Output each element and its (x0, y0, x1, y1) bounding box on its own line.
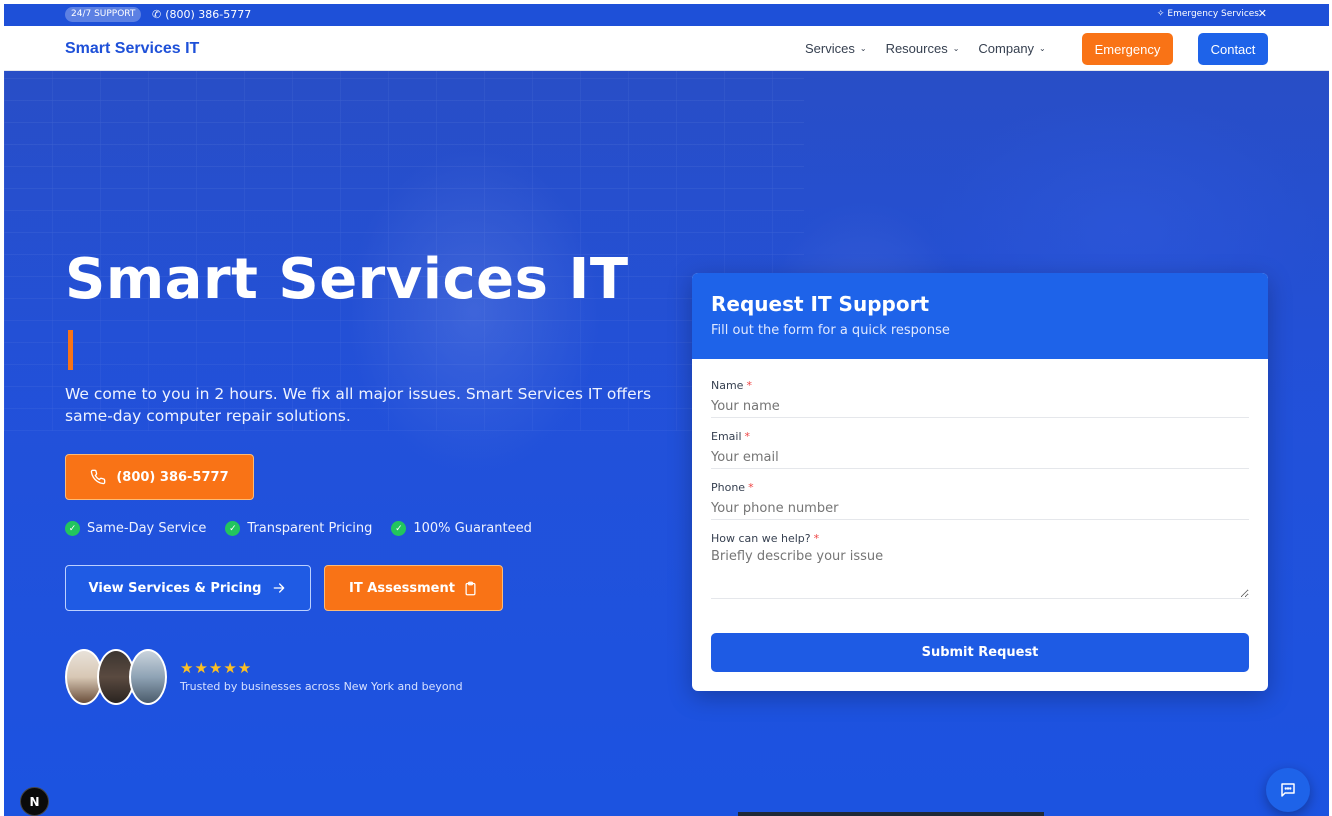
chat-widget-button[interactable] (1266, 768, 1310, 812)
check-icon: ✓ (225, 521, 241, 536)
name-field-group: Name * (711, 379, 1249, 418)
name-label: Name * (711, 379, 752, 392)
feature-item: ✓ Transparent Pricing (225, 521, 372, 536)
typing-cursor (68, 330, 73, 370)
call-phone-button[interactable]: (800) 386-5777 (65, 454, 254, 500)
phone-icon (91, 469, 106, 485)
issue-field-group: How can we help? * (711, 532, 1249, 599)
email-label: Email * (711, 430, 751, 443)
support-request-form: Request IT Support Fill out the form for… (692, 273, 1268, 691)
next-logo-icon[interactable]: N (20, 787, 49, 816)
nav-item-services[interactable]: Services ⌄ (805, 41, 867, 56)
name-input[interactable] (711, 396, 1249, 418)
form-subtitle: Fill out the form for a quick response (711, 323, 950, 338)
phone-input[interactable] (711, 498, 1249, 520)
chevron-down-icon: ⌄ (952, 44, 960, 53)
emergency-services-link[interactable]: ✧ Emergency Services (1157, 9, 1259, 19)
brand-logo[interactable]: Smart Services IT (65, 40, 199, 58)
support-badge: 24/7 SUPPORT (65, 7, 142, 22)
issue-label: How can we help? * (711, 532, 820, 545)
top-announcement-bar: 24/7 SUPPORT ✆ (800) 386-5777 ✧ Emergenc… (4, 4, 1329, 26)
feature-label: 100% Guaranteed (413, 521, 532, 536)
it-assessment-button[interactable]: IT Assessment (324, 565, 503, 611)
phone-icon: ✆ (152, 8, 162, 21)
email-field-group: Email * (711, 430, 1249, 469)
nav-item-label: Resources (885, 41, 948, 56)
nav-menu: Services ⌄ Resources ⌄ Company ⌄ (805, 41, 1065, 56)
main-navigation: Smart Services IT Services ⌄ Resources ⌄… (4, 26, 1329, 71)
nav-item-label: Services (805, 41, 855, 56)
close-icon[interactable]: ✕ (1258, 7, 1267, 20)
email-input[interactable] (711, 447, 1249, 469)
hero-description: We come to you in 2 hours. We fix all ma… (65, 385, 652, 425)
sparkle-icon: ✧ (1156, 9, 1165, 19)
feature-label: Transparent Pricing (247, 521, 373, 536)
hero-title: Smart Services IT (65, 247, 629, 312)
contact-button[interactable]: Contact (1198, 33, 1268, 65)
arrow-right-icon (274, 583, 285, 593)
topbar-phone-link[interactable]: ✆ (800) 386-5777 (152, 8, 251, 21)
nav-item-resources[interactable]: Resources ⌄ (886, 41, 960, 56)
phone-label: Phone * (711, 481, 754, 494)
form-header: Request IT Support Fill out the form for… (692, 273, 1268, 359)
issue-textarea[interactable] (711, 549, 1249, 599)
customer-avatars (65, 649, 167, 705)
emergency-services-label: Emergency Services (1167, 9, 1259, 19)
emergency-button[interactable]: Emergency (1082, 33, 1173, 65)
trusted-by-text: Trusted by businesses across New York an… (180, 680, 463, 693)
phone-field-group: Phone * (711, 481, 1249, 520)
view-services-label: View Services & Pricing (88, 580, 262, 596)
check-icon: ✓ (391, 521, 407, 536)
bottom-scroll-indicator (738, 812, 1044, 816)
page: 24/7 SUPPORT ✆ (800) 386-5777 ✧ Emergenc… (4, 4, 1329, 816)
chat-icon (1281, 783, 1295, 797)
form-title: Request IT Support (711, 292, 929, 316)
check-icon: ✓ (65, 521, 80, 536)
nav-item-label: Company (978, 41, 1035, 56)
chevron-down-icon: ⌄ (859, 44, 867, 53)
feature-item: ✓ 100% Guaranteed (391, 521, 532, 536)
topbar-phone-number: (800) 386-5777 (165, 8, 252, 21)
feature-checklist: ✓ Same-Day Service ✓ Transparent Pricing… (65, 521, 532, 536)
chevron-down-icon: ⌄ (1039, 44, 1046, 53)
it-assessment-label: IT Assessment (349, 580, 455, 596)
nav-item-company[interactable]: Company ⌄ (978, 41, 1045, 56)
star-rating: ★★★★★ (180, 659, 253, 677)
clipboard-icon (465, 581, 476, 595)
view-services-button[interactable]: View Services & Pricing (65, 565, 311, 611)
call-phone-label: (800) 386-5777 (116, 469, 229, 485)
hero-section: Smart Services IT We come to you in 2 ho… (4, 71, 1329, 816)
feature-label: Same-Day Service (87, 521, 207, 536)
avatar (129, 649, 167, 705)
submit-request-button[interactable]: Submit Request (711, 633, 1249, 672)
feature-item: ✓ Same-Day Service (65, 521, 206, 536)
